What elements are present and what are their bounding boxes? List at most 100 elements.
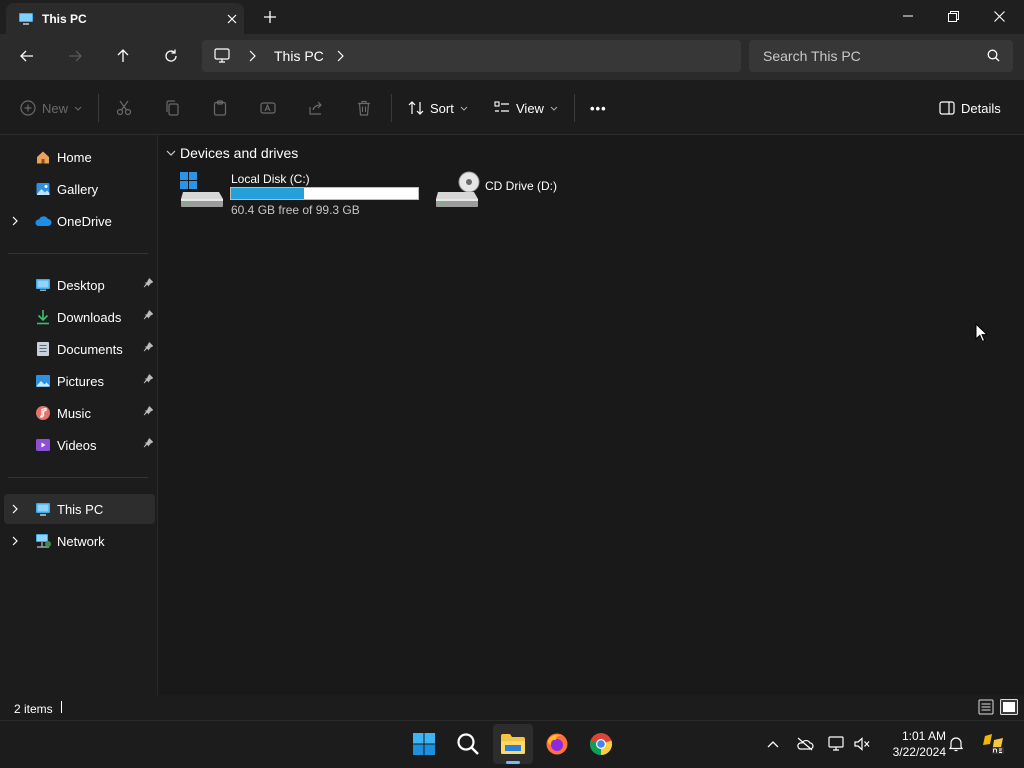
sort-icon xyxy=(408,100,424,116)
onedrive-offline-icon[interactable] xyxy=(794,734,816,754)
group-title: Devices and drives xyxy=(180,145,299,161)
sidebar-item-pictures[interactable]: Pictures xyxy=(4,366,155,396)
search-box[interactable]: Search This PC xyxy=(749,40,1013,72)
details-pane-button[interactable]: Details xyxy=(939,96,1001,120)
firefox-icon xyxy=(545,732,569,756)
sidebar-item-gallery[interactable]: Gallery xyxy=(4,174,155,204)
sidebar-item-home[interactable]: Home xyxy=(4,142,155,172)
sidebar-item-documents[interactable]: Documents xyxy=(4,334,155,364)
sidebar-item-videos[interactable]: Videos xyxy=(4,430,155,460)
active-app-indicator xyxy=(506,761,520,764)
close-window-button[interactable] xyxy=(976,0,1022,32)
new-button[interactable]: New xyxy=(20,96,82,120)
pin-icon[interactable] xyxy=(143,310,153,320)
devices-group-header[interactable]: Devices and drives xyxy=(166,145,298,161)
windows-logo-icon xyxy=(412,732,436,756)
documents-icon xyxy=(34,340,52,358)
pin-icon[interactable] xyxy=(143,438,153,448)
this-pc-icon xyxy=(34,500,52,518)
close-tab-button[interactable] xyxy=(222,10,242,28)
restore-button[interactable] xyxy=(930,0,976,32)
new-tab-button[interactable] xyxy=(258,7,282,27)
rename-button[interactable] xyxy=(260,96,276,120)
address-bar[interactable]: This PC xyxy=(202,40,741,72)
cut-button[interactable] xyxy=(116,96,132,120)
sidebar-item-onedrive[interactable]: OneDrive xyxy=(4,206,155,236)
back-button[interactable] xyxy=(11,40,43,72)
tiles-view-icon[interactable] xyxy=(1000,699,1018,715)
desktop-icon xyxy=(34,276,52,294)
pin-icon[interactable] xyxy=(143,374,153,384)
chevron-right-icon[interactable] xyxy=(4,216,26,226)
sidebar-label: OneDrive xyxy=(57,213,112,229)
status-divider xyxy=(61,701,62,713)
chrome-taskbar-button[interactable] xyxy=(581,724,621,764)
sidebar-item-desktop[interactable]: Desktop xyxy=(4,270,155,300)
minimize-button[interactable] xyxy=(885,0,931,32)
sidebar-label: Pictures xyxy=(57,373,104,389)
rename-icon xyxy=(260,100,276,116)
show-hidden-icons-button[interactable] xyxy=(762,734,784,754)
toolbar-divider xyxy=(98,94,99,122)
sidebar-item-this-pc[interactable]: This PC xyxy=(4,494,155,524)
forward-button[interactable] xyxy=(59,40,91,72)
chevron-right-icon[interactable] xyxy=(336,50,344,62)
status-bar: 2 items xyxy=(0,695,1024,720)
pin-icon[interactable] xyxy=(143,342,153,352)
chevron-down-icon xyxy=(550,106,558,111)
pin-icon[interactable] xyxy=(143,278,153,288)
tab-this-pc[interactable]: This PC xyxy=(6,3,244,34)
view-button[interactable]: View xyxy=(494,96,558,120)
drive-free-space: 60.4 GB free of 99.3 GB xyxy=(231,203,360,217)
sort-button[interactable]: Sort xyxy=(408,96,468,120)
refresh-button[interactable] xyxy=(155,40,187,72)
paste-button[interactable] xyxy=(212,96,228,120)
drive-name: Local Disk (C:) xyxy=(231,172,310,186)
chevron-down-icon xyxy=(74,106,82,111)
copilot-preview-icon[interactable] xyxy=(980,731,1006,757)
this-pc-icon xyxy=(18,11,34,27)
share-button[interactable] xyxy=(308,96,324,120)
drive-tile-d[interactable]: CD Drive (D:) xyxy=(432,170,612,210)
more-options-button[interactable]: ••• xyxy=(590,96,607,120)
start-button[interactable] xyxy=(404,724,444,764)
file-explorer-taskbar-button[interactable] xyxy=(493,724,533,764)
notifications-bell-icon[interactable] xyxy=(945,734,967,754)
details-view-icon[interactable] xyxy=(978,699,994,715)
sidebar-item-music[interactable]: Music xyxy=(4,398,155,428)
sort-label: Sort xyxy=(430,100,454,116)
network-status-icon[interactable] xyxy=(826,734,848,754)
drive-tile-c[interactable]: Local Disk (C:) 60.4 GB free of 99.3 GB xyxy=(176,170,424,220)
pin-icon[interactable] xyxy=(143,406,153,416)
sidebar-label: Gallery xyxy=(57,181,99,197)
up-button[interactable] xyxy=(107,40,139,72)
chevron-right-icon[interactable] xyxy=(4,504,26,514)
sidebar-divider xyxy=(8,253,148,254)
chevron-down-icon xyxy=(460,106,468,111)
scissors-icon xyxy=(116,100,132,116)
file-explorer-icon xyxy=(500,733,526,755)
firefox-taskbar-button[interactable] xyxy=(537,724,577,764)
breadcrumb-this-pc[interactable]: This PC xyxy=(274,48,324,64)
drive-name: CD Drive (D:) xyxy=(485,179,557,193)
cd-drive-icon xyxy=(434,171,480,209)
sidebar-item-network[interactable]: Network xyxy=(4,526,155,556)
gallery-icon xyxy=(34,180,52,198)
sidebar-label: Downloads xyxy=(57,309,122,325)
chevron-right-icon[interactable] xyxy=(4,536,26,546)
plus-circle-icon xyxy=(20,100,36,116)
mouse-cursor xyxy=(975,323,987,343)
sidebar-divider xyxy=(8,477,148,478)
search-taskbar-button[interactable] xyxy=(448,724,488,764)
copy-button[interactable] xyxy=(164,96,180,120)
details-label: Details xyxy=(961,100,1001,116)
copy-icon xyxy=(164,100,180,116)
delete-button[interactable] xyxy=(356,96,372,120)
clock-time: 1:01 AM xyxy=(901,729,946,743)
volume-muted-icon[interactable] xyxy=(851,734,873,754)
sidebar-item-downloads[interactable]: Downloads xyxy=(4,302,155,332)
onedrive-icon xyxy=(34,212,52,230)
system-clock[interactable]: 1:01 AM 3/22/2024 xyxy=(880,728,946,760)
item-count: 2 items xyxy=(14,702,53,716)
chevron-right-icon[interactable] xyxy=(248,50,256,62)
